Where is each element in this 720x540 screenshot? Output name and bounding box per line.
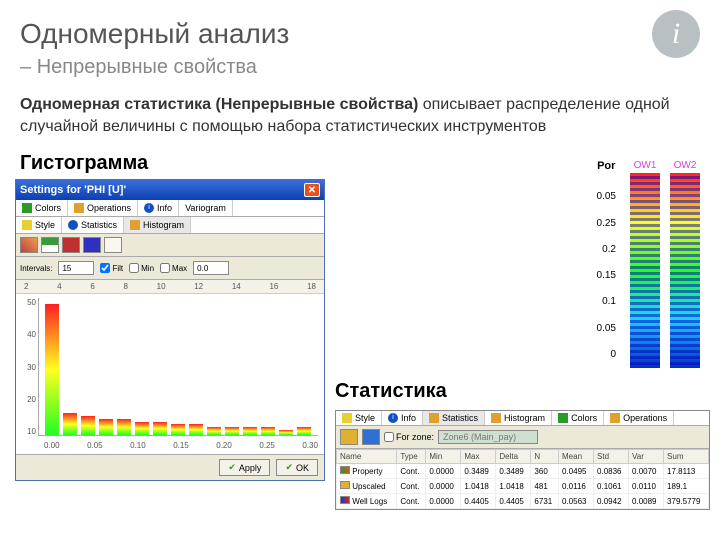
- chart-bars: [38, 298, 318, 436]
- min-input[interactable]: [193, 261, 229, 275]
- max-checkbox[interactable]: Max: [160, 263, 187, 273]
- stat-tab-histogram[interactable]: Histogram: [485, 411, 552, 425]
- histogram-bar: [63, 413, 77, 435]
- tab-variogram[interactable]: Variogram: [179, 200, 233, 216]
- histogram-bar: [279, 430, 293, 435]
- window-title-text: Settings for 'PHI [U]': [20, 184, 126, 196]
- histogram-bar: [207, 427, 221, 435]
- stat-btn-2[interactable]: [362, 429, 380, 445]
- stat-tab-operations[interactable]: Operations: [604, 411, 674, 425]
- column-label-2: OW2: [674, 160, 697, 171]
- histogram-chart: 5040302010 0.000.050.100.150.200.250.30: [16, 294, 324, 454]
- zone-checkbox[interactable]: For zone:: [384, 432, 434, 442]
- histogram-bar: [99, 419, 113, 435]
- chart-x-axis: 0.000.050.100.150.200.250.30: [44, 441, 318, 450]
- histogram-params: Intervals: Filt Min Max: [16, 257, 324, 280]
- tab-colors[interactable]: Colors: [16, 200, 68, 216]
- rainbow-column-2: [670, 173, 700, 368]
- toolbar-btn-3[interactable]: [62, 237, 80, 253]
- intervals-input[interactable]: [58, 261, 94, 275]
- tab-operations[interactable]: Operations: [68, 200, 138, 216]
- histogram-bar: [153, 422, 167, 436]
- stat-btn-1[interactable]: [340, 429, 358, 445]
- histogram-bar: [81, 416, 95, 435]
- close-icon[interactable]: ✕: [304, 183, 320, 197]
- rainbow-column-1: [630, 173, 660, 368]
- stat-tabs: Style iInfo Statistics Histogram Colors …: [336, 411, 709, 426]
- histogram-bar: [297, 427, 311, 435]
- toolbar-btn-2[interactable]: [41, 237, 59, 253]
- settings-tabs-row2: Style Statistics Histogram: [16, 217, 324, 234]
- page-subtitle: Непрерывные свойства: [20, 56, 700, 79]
- toolbar-btn-4[interactable]: [83, 237, 101, 253]
- histogram-bar: [225, 427, 239, 435]
- min-checkbox[interactable]: Min: [129, 263, 154, 273]
- toolbar-btn-5[interactable]: [104, 237, 122, 253]
- filter-checkbox[interactable]: Filt: [100, 263, 123, 273]
- histogram-bar: [261, 427, 275, 435]
- tab-style[interactable]: Style: [16, 217, 62, 233]
- window-titlebar[interactable]: Settings for 'PHI [U]' ✕: [16, 180, 324, 200]
- histogram-bar: [171, 424, 185, 435]
- histogram-bar: [135, 422, 149, 436]
- description-text: Одномерная статистика (Непрерывные свойс…: [0, 79, 720, 147]
- table-row[interactable]: UpscaledCont.0.00001.04181.04184810.0116…: [337, 479, 709, 494]
- settings-tabs-row1: Colors Operations iInfo Variogram: [16, 200, 324, 217]
- table-row[interactable]: Well LogsCont.0.00000.44050.440567310.05…: [337, 494, 709, 509]
- statistics-panel: Style iInfo Statistics Histogram Colors …: [335, 410, 710, 510]
- stat-toolbar: For zone: Zone6 (Main_pay): [336, 426, 709, 449]
- ok-button[interactable]: ✔OK: [276, 459, 318, 476]
- column-label-1: OW1: [634, 160, 657, 171]
- stat-tab-statistics[interactable]: Statistics: [423, 411, 485, 425]
- rainbow-columns: Por 0.050.250.20.150.10.050 OW1 OW2: [597, 160, 700, 368]
- toolbar-btn-1[interactable]: [20, 237, 38, 253]
- stat-tab-colors[interactable]: Colors: [552, 411, 604, 425]
- statistics-table: NameTypeMinMaxDeltaNMeanStdVarSum Proper…: [336, 449, 709, 509]
- tab-statistics[interactable]: Statistics: [62, 217, 124, 233]
- histogram-bar: [117, 419, 131, 435]
- histogram-bar: [243, 427, 257, 435]
- stat-tab-style[interactable]: Style: [336, 411, 382, 425]
- rainbow-scale: Por 0.050.250.20.150.10.050: [597, 160, 616, 360]
- table-row[interactable]: PropertyCont.0.00000.34890.34893600.0495…: [337, 464, 709, 479]
- chart-y-axis: 5040302010: [18, 298, 36, 436]
- histogram-bar: [45, 304, 59, 436]
- stat-tab-info[interactable]: iInfo: [382, 411, 423, 425]
- window-footer: ✔Apply ✔OK: [16, 454, 324, 480]
- histogram-bar: [189, 424, 203, 435]
- zone-field[interactable]: Zone6 (Main_pay): [438, 430, 538, 444]
- settings-toolbar: [16, 234, 324, 257]
- tab-histogram[interactable]: Histogram: [124, 217, 191, 233]
- apply-button[interactable]: ✔Apply: [219, 459, 270, 476]
- info-icon: i: [652, 10, 700, 58]
- settings-window: Settings for 'PHI [U]' ✕ Colors Operatio…: [15, 179, 325, 481]
- tab-info[interactable]: iInfo: [138, 200, 179, 216]
- statistics-heading: Статистика: [335, 380, 447, 403]
- intervals-label: Intervals:: [20, 264, 52, 273]
- page-title: Одномерный анализ: [20, 18, 289, 50]
- histogram-ruler: 24681012141618: [16, 280, 324, 294]
